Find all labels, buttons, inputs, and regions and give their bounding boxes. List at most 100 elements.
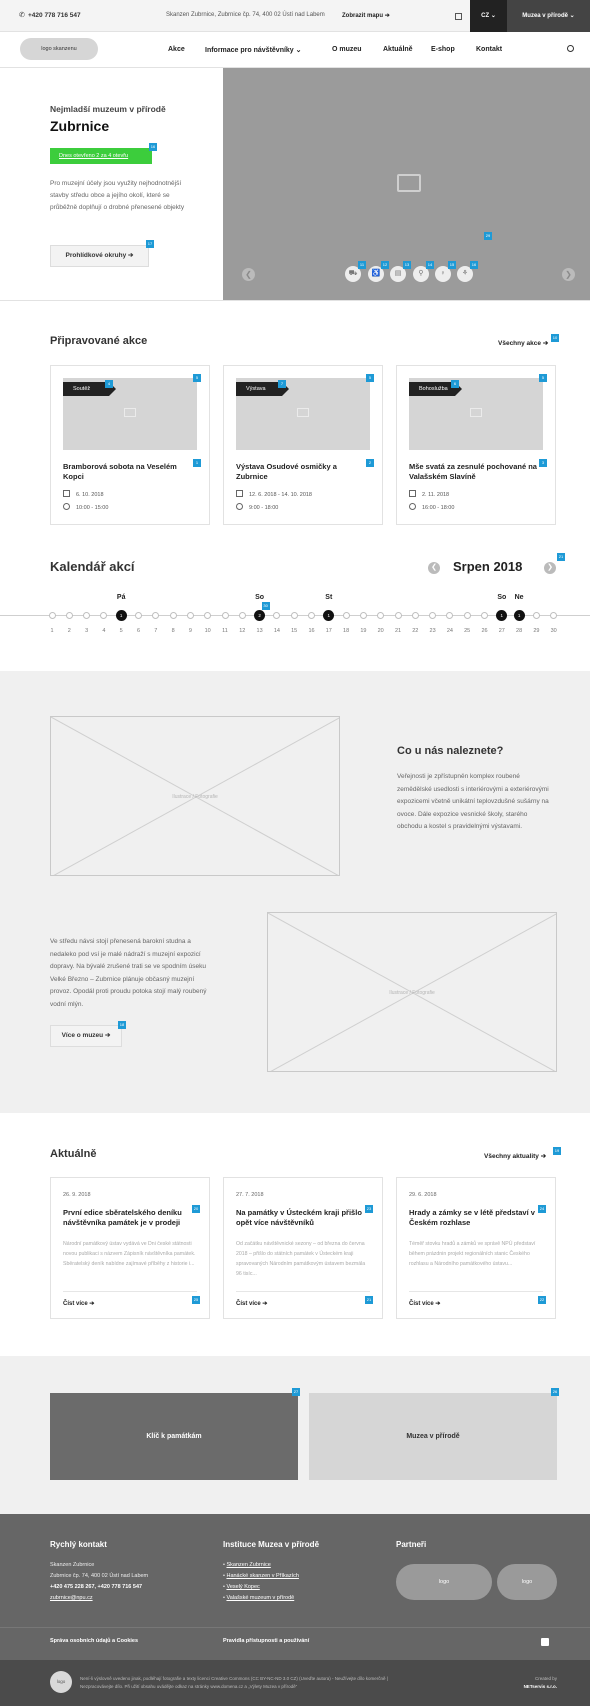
created-by[interactable]: Created by NETservis s.r.o. — [524, 1675, 557, 1691]
news-title[interactable]: Na památky v Ústeckém kraji přišlo opět … — [236, 1208, 372, 1228]
museums-dropdown[interactable]: Muzea v přírodě ⌄ — [507, 0, 590, 32]
calendar-day-label[interactable]: 2 — [62, 628, 76, 634]
news-card[interactable]: 26. 9. 2018 První edice sběratelského de… — [50, 1177, 210, 1319]
slider-next-button[interactable]: ❯ — [562, 268, 575, 281]
footer-institution-item[interactable]: • Skanzen Zubrnice — [223, 1560, 271, 1571]
news-title[interactable]: První edice sběratelského deníku návštěv… — [63, 1208, 199, 1228]
event-card[interactable]: Výstava 7 5 Výstava Osudové osmičky a Zu… — [223, 365, 383, 525]
calendar-day-label[interactable]: 8 — [166, 628, 180, 634]
partner-logo[interactable]: logo — [497, 1564, 557, 1600]
read-more-link[interactable]: Číst více ➔ — [236, 1300, 267, 1307]
event-title[interactable]: Výstava Osudové osmičky a Zubrnice — [236, 462, 366, 482]
nav-item-informace[interactable]: Informace pro návštěvníky ⌄ — [205, 46, 302, 54]
annotation-badge: 6 — [451, 380, 459, 388]
facebook-icon[interactable] — [455, 13, 462, 20]
event-card[interactable]: Soutěž 4 5 Bramborová sobota na Veselém … — [50, 365, 210, 525]
promo-banner-keys[interactable]: Klíč k památkám — [50, 1393, 298, 1480]
calendar-day-label[interactable]: 30 — [547, 628, 561, 634]
calendar-day-label[interactable]: 7 — [149, 628, 163, 634]
news-card[interactable]: 29. 6. 2018 Hrady a zámky se v létě před… — [396, 1177, 556, 1319]
nav-item-eshop[interactable]: E-shop — [431, 46, 455, 53]
calendar-day-label[interactable]: 17 — [322, 628, 336, 634]
nav-item-aktualne[interactable]: Aktuálně — [383, 46, 413, 53]
calendar-day-label[interactable]: 3 — [80, 628, 94, 634]
calendar-day-label[interactable]: 24 — [443, 628, 457, 634]
calendar-day-label[interactable]: 29 — [529, 628, 543, 634]
calendar-day-label[interactable]: 20 — [374, 628, 388, 634]
calendar-day-label[interactable]: 6 — [132, 628, 146, 634]
calendar-day-label[interactable]: 23 — [426, 628, 440, 634]
opening-hours-link[interactable]: Dnes otevřeno 2 za 4 otevřu — [50, 148, 152, 164]
topbar-phone[interactable]: +420 778 716 547 — [28, 12, 81, 19]
calendar-day-label[interactable]: 28 — [512, 628, 526, 634]
event-title[interactable]: Bramborová sobota na Veselém Kopci — [63, 462, 193, 482]
calendar-day-label[interactable]: 21 — [391, 628, 405, 634]
nav-item-o-muzeu[interactable]: O muzeu — [332, 46, 362, 53]
calendar-day-label[interactable]: 22 — [408, 628, 422, 634]
accessibility-link[interactable]: Pravidla přístupnosti a používání — [223, 1638, 309, 1644]
tour-routes-button[interactable]: Prohlídkové okruhy ➔ — [50, 245, 149, 267]
footer-email[interactable]: zubrnice@npu.cz — [50, 1593, 93, 1604]
site-logo[interactable]: logo skanzenu — [20, 38, 98, 60]
calendar-day-label[interactable]: 26 — [478, 628, 492, 634]
calendar-day-label[interactable]: 25 — [460, 628, 474, 634]
facebook-icon[interactable] — [541, 1638, 549, 1646]
calendar-prev-button[interactable]: ❮ — [428, 562, 440, 574]
footer-institution-item[interactable]: • Veselý Kopec — [223, 1582, 260, 1593]
calendar-day-label[interactable]: 16 — [305, 628, 319, 634]
calendar-day-label[interactable]: 15 — [287, 628, 301, 634]
calendar-day-label[interactable]: 1 — [45, 628, 59, 634]
news-date: 29. 6. 2018 — [409, 1192, 437, 1198]
calendar-icon — [236, 490, 243, 497]
calendar-icon — [409, 490, 416, 497]
news-title[interactable]: Hrady a zámky se v létě představí v Česk… — [409, 1208, 545, 1228]
all-events-link[interactable]: Všechny akce ➔ — [498, 339, 548, 347]
show-map-link[interactable]: Zobrazit mapu ➔ — [342, 12, 390, 19]
calendar-day-label[interactable]: 14 — [270, 628, 284, 634]
calendar-day-label[interactable]: 18 — [339, 628, 353, 634]
event-title[interactable]: Mše svatá za zesnulé pochované na Valašs… — [409, 462, 539, 482]
calendar-event-day[interactable]: 1 — [496, 610, 508, 621]
calendar-event-day[interactable]: 2 — [254, 610, 266, 621]
slider-prev-button[interactable]: ❮ — [242, 268, 255, 281]
calendar-day-label[interactable]: 13 — [253, 628, 267, 634]
promo-banner-museums[interactable]: Muzea v přírodě — [309, 1393, 557, 1480]
footer-institution-item[interactable]: • Hanácké skanzen v Příkazích — [223, 1571, 299, 1582]
calendar-day-label[interactable]: 5 — [114, 628, 128, 634]
read-more-link[interactable]: Číst více ➔ — [409, 1300, 440, 1307]
more-about-button[interactable]: Více o muzeu ➔ — [50, 1025, 122, 1047]
all-news-link[interactable]: Všechny aktuality ➔ — [484, 1152, 546, 1160]
search-icon[interactable] — [567, 45, 574, 52]
calendar-event-day[interactable]: 1 — [323, 610, 335, 621]
calendar-weekday-label: Pá — [116, 594, 126, 601]
footer-institution-item[interactable]: • Valašské muzeum v přírodě — [223, 1593, 294, 1604]
calendar-day-label[interactable]: 12 — [235, 628, 249, 634]
news-excerpt: Téměř stovku hradů a zámků ve správě NPÚ… — [409, 1241, 536, 1267]
annotation-badge: 21 — [365, 1296, 373, 1304]
calendar-day-label[interactable]: 11 — [218, 628, 232, 634]
partner-logo[interactable]: logo — [396, 1564, 492, 1600]
privacy-link[interactable]: Správa osobních údajů a Cookies — [50, 1638, 138, 1644]
event-card[interactable]: Bohoslužba 6 5 Mše svatá za zesnulé poch… — [396, 365, 556, 525]
calendar-day-dot — [100, 612, 108, 619]
calendar-day-dot — [152, 612, 160, 619]
calendar-event-day[interactable]: 1 — [115, 610, 127, 621]
news-card[interactable]: 27. 7. 2018 Na památky v Ústeckém kraji … — [223, 1177, 383, 1319]
calendar-day-label[interactable]: 27 — [495, 628, 509, 634]
calendar-event-day[interactable]: 1 — [513, 610, 525, 621]
calendar-day-label[interactable]: 4 — [97, 628, 111, 634]
language-switcher[interactable]: CZ ⌄ — [470, 0, 507, 32]
read-more-link[interactable]: Číst více ➔ — [63, 1300, 94, 1307]
arrow-right-icon: ➔ — [384, 13, 390, 19]
nav-item-kontakt[interactable]: Kontakt — [476, 46, 502, 53]
clock-icon — [409, 503, 416, 510]
calendar-next-button[interactable]: ❯ — [544, 562, 556, 574]
calendar-day-label[interactable]: 10 — [201, 628, 215, 634]
calendar-weekday-label: So — [255, 594, 265, 601]
nav-item-akce[interactable]: Akce — [168, 46, 185, 53]
footer-phones[interactable]: +420 475 228 267, +420 778 716 547 — [50, 1582, 142, 1593]
calendar-day-label[interactable]: 19 — [356, 628, 370, 634]
annotation-badge: 2 — [366, 459, 374, 467]
annotation-badge: 11 — [358, 261, 366, 269]
calendar-day-label[interactable]: 9 — [183, 628, 197, 634]
